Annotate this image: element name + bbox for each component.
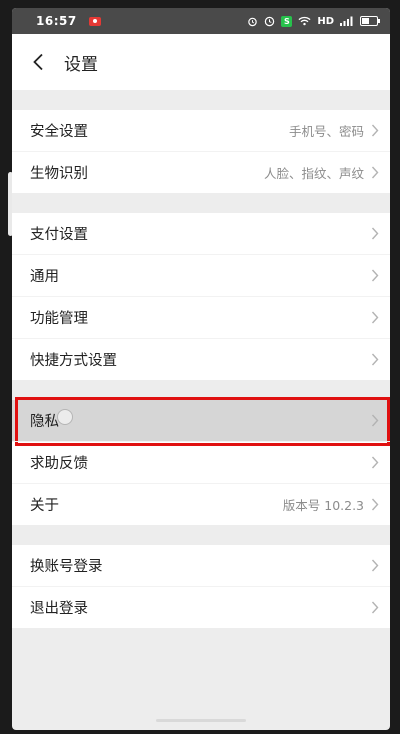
row-value: 人脸、指纹、声纹 xyxy=(263,166,364,181)
chevron-right-icon xyxy=(370,353,380,367)
row-label: 功能管理 xyxy=(30,311,88,327)
section-gap xyxy=(12,90,390,110)
signal-icon xyxy=(340,16,354,26)
home-indicator[interactable] xyxy=(156,719,246,722)
settings-row-about[interactable]: 关于 版本号 10.2.3 xyxy=(12,483,390,525)
status-time: 16:57 xyxy=(36,14,77,28)
row-label: 安全设置 xyxy=(30,124,88,140)
chevron-right-icon xyxy=(370,601,380,615)
chevron-right-icon xyxy=(370,559,380,573)
battery-icon xyxy=(360,16,380,26)
status-bar: 16:57 S HD xyxy=(12,8,390,34)
page-title: 设置 xyxy=(64,54,98,75)
row-label: 退出登录 xyxy=(30,601,88,617)
chevron-right-icon xyxy=(370,227,380,241)
row-label: 生物识别 xyxy=(30,166,88,182)
settings-row-privacy[interactable]: 隐私 xyxy=(12,397,390,446)
row-label: 关于 xyxy=(30,498,59,514)
nav-header: 设置 xyxy=(12,34,390,90)
settings-row-switch-account[interactable]: 换账号登录 xyxy=(12,545,390,586)
back-arrow-icon[interactable] xyxy=(32,52,48,72)
settings-row-help-feedback[interactable]: 求助反馈 xyxy=(12,441,390,483)
row-value: 手机号、密码 xyxy=(288,124,364,139)
settings-row-payment[interactable]: 支付设置 xyxy=(12,213,390,254)
screen-record-icon xyxy=(88,16,101,26)
settings-row-biometrics[interactable]: 生物识别 人脸、指纹、声纹 xyxy=(12,151,390,193)
chevron-right-icon xyxy=(370,166,380,180)
touch-indicator xyxy=(57,409,73,425)
screen: 16:57 S HD 设置 安全设置 手机号、密码 生物识别 人脸、指纹、声纹 … xyxy=(12,8,390,730)
chevron-right-icon xyxy=(370,414,380,428)
row-label: 隐私 xyxy=(30,414,59,430)
chevron-right-icon xyxy=(370,269,380,283)
chevron-right-icon xyxy=(370,311,380,325)
row-label: 换账号登录 xyxy=(30,559,103,575)
wifi-icon xyxy=(298,16,311,26)
row-label: 快捷方式设置 xyxy=(30,353,117,369)
settings-group-account-security: 安全设置 手机号、密码 生物识别 人脸、指纹、声纹 xyxy=(12,110,390,193)
phone-frame: 16:57 S HD 设置 安全设置 手机号、密码 生物识别 人脸、指纹、声纹 … xyxy=(0,0,400,734)
chevron-right-icon xyxy=(370,498,380,512)
section-gap xyxy=(12,193,390,213)
settings-row-logout[interactable]: 退出登录 xyxy=(12,586,390,628)
settings-group-general: 支付设置 通用 功能管理 快捷方式设置 xyxy=(12,213,390,380)
clock-icon xyxy=(264,16,275,27)
status-icons: S HD xyxy=(247,15,380,27)
row-label: 求助反馈 xyxy=(30,456,88,472)
chevron-right-icon xyxy=(370,124,380,138)
settings-row-security[interactable]: 安全设置 手机号、密码 xyxy=(12,110,390,151)
settings-row-feature-management[interactable]: 功能管理 xyxy=(12,296,390,338)
row-label: 通用 xyxy=(30,269,59,285)
row-label: 支付设置 xyxy=(30,227,88,243)
network-type-label: HD xyxy=(317,15,334,27)
wechat-notification-icon: S xyxy=(281,15,293,27)
section-gap xyxy=(12,525,390,545)
section-gap xyxy=(12,380,390,400)
version-value: 版本号 10.2.3 xyxy=(282,498,364,513)
settings-row-general[interactable]: 通用 xyxy=(12,254,390,296)
settings-row-shortcuts[interactable]: 快捷方式设置 xyxy=(12,338,390,380)
alarm-icon xyxy=(247,16,258,27)
settings-group-privacy: 隐私 求助反馈 关于 版本号 10.2.3 xyxy=(12,397,390,525)
settings-group-account: 换账号登录 退出登录 xyxy=(12,545,390,628)
chevron-right-icon xyxy=(370,456,380,470)
